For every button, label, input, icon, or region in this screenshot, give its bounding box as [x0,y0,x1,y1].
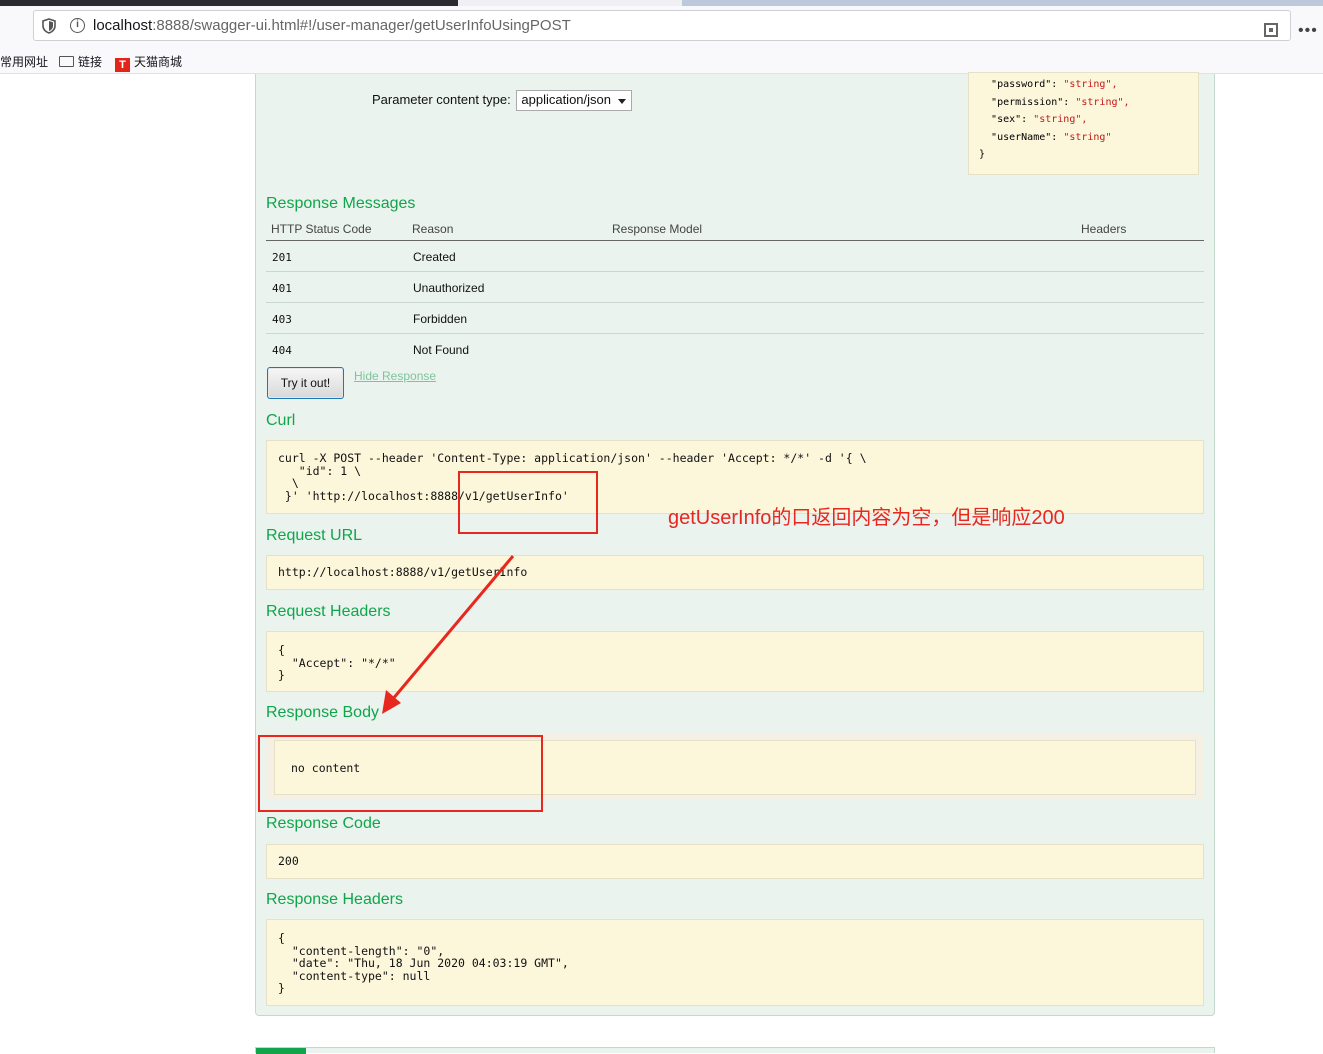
address-bar[interactable]: i localhost:8888/swagger-ui.html#!/user-… [33,10,1291,41]
table-row: 401 Unauthorized [266,272,1204,303]
status-code: 404 [272,344,292,357]
request-url-title: Request URL [266,527,363,544]
tmall-icon: T [115,58,130,72]
sample-line: "sex": "string", [991,114,1088,125]
column-header: Reason [412,222,454,236]
response-messages-table: HTTP Status Code Reason Response Model H… [266,219,1204,365]
bookmark-links-folder[interactable]: 链接 [59,53,102,70]
model-schema-sample[interactable]: "password": "string", "permission": "str… [968,72,1199,175]
try-it-out-button[interactable]: Try it out! [267,367,344,399]
parameter-content-type: Parameter content type: application/json [372,90,632,111]
method-badge [256,1048,306,1054]
status-reason: Not Found [413,343,470,357]
response-headers-block[interactable]: { "content-length": "0", "date": "Thu, 1… [266,919,1204,1006]
sample-line: "permission": "string", [991,96,1130,108]
annotation-box-curl [458,471,598,534]
status-reason: Created [413,250,456,264]
table-row: 404 Not Found [266,334,1204,365]
column-header: HTTP Status Code [271,222,372,236]
request-headers-block[interactable]: { "Accept": "*/*" } [266,631,1204,692]
status-code: 403 [272,313,292,326]
response-code-block[interactable]: 200 [266,844,1204,879]
table-row: 201 Created [266,241,1204,272]
hide-response-link[interactable]: Hide Response [354,369,436,383]
info-icon[interactable]: i [70,18,85,33]
more-menu-icon[interactable]: ••• [1298,22,1318,40]
sample-line: } [979,149,986,160]
bookmark-label: 链接 [78,55,103,69]
content-type-select[interactable]: application/json [516,90,632,111]
status-code: 201 [272,251,292,264]
column-header: Response Model [612,222,703,236]
navigation-bar: i localhost:8888/swagger-ui.html#!/user-… [0,6,1323,46]
content-type-label: Parameter content type: [372,91,511,107]
url-host: localhost [93,17,153,34]
table-row: 403 Forbidden [266,303,1204,334]
response-messages-title: Response Messages [266,195,416,212]
bookmark-label: 常用网址 [0,55,49,69]
next-operation-panel[interactable] [255,1047,1215,1054]
qr-code-icon[interactable] [1264,23,1278,37]
content-type-value: application/json [521,92,611,107]
sample-line: "password": "string", [991,79,1118,90]
curl-title: Curl [266,412,296,429]
url-path: :8888/swagger-ui.html#!/user-manager/get… [152,17,571,34]
response-headers-title: Response Headers [266,891,403,908]
annotation-box-response-body [258,735,543,812]
folder-icon [59,56,74,67]
request-headers-title: Request Headers [266,603,391,620]
operation-panel: Parameter content type: application/json… [255,72,1215,1016]
column-header: Headers [1081,222,1127,236]
annotation-text: getUserInfo的口返回内容为空，但是响应200 [668,507,1065,529]
bookmarks-bar: 常用网址 链接 T 天猫商城 [0,46,1323,74]
response-code-title: Response Code [266,815,381,832]
bookmark-tmall[interactable]: T 天猫商城 [115,53,182,72]
status-reason: Forbidden [413,312,468,326]
bookmark-label: 天猫商城 [134,55,183,69]
shield-icon[interactable] [42,18,56,34]
sample-line: "userName": "string" [991,131,1112,143]
status-code: 401 [272,282,292,295]
status-reason: Unauthorized [413,281,485,295]
bookmark-common-sites[interactable]: 常用网址 [0,53,48,70]
url-text[interactable]: localhost:8888/swagger-ui.html#!/user-ma… [93,17,571,34]
table-header: HTTP Status Code Reason Response Model H… [266,219,1204,241]
response-body-title: Response Body [266,704,379,721]
request-url-block[interactable]: http://localhost:8888/v1/getUserInfo [266,555,1204,590]
